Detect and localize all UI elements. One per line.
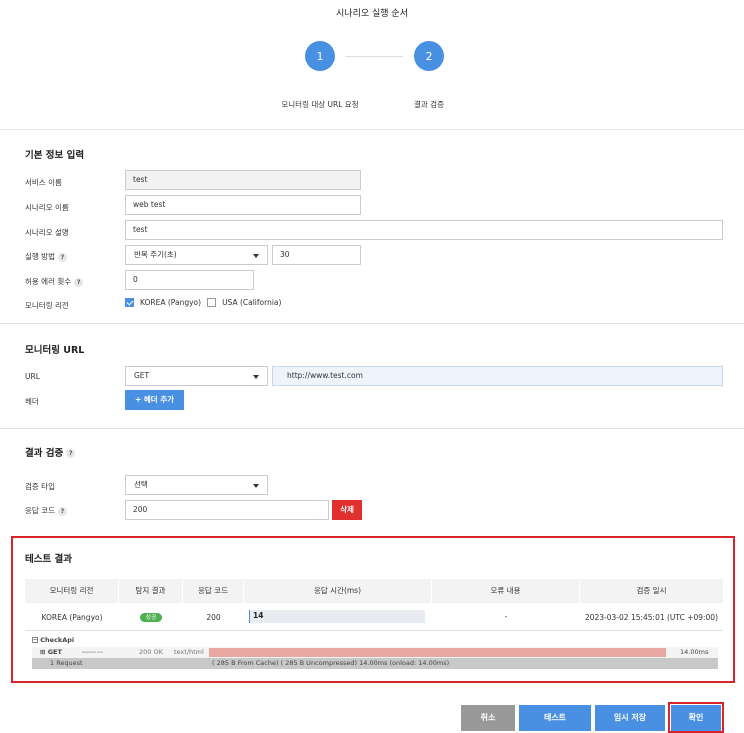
col-code: 응답 코드	[183, 579, 244, 603]
col-datetime: 검증 일시	[636, 586, 667, 595]
har-group-label: CheckApi	[40, 636, 75, 644]
exec-method-label-text: 실행 방법	[25, 252, 55, 261]
region-label: 모니터링 리전	[25, 301, 69, 310]
col-error: 오류 내용	[432, 579, 580, 603]
section-divider	[0, 428, 744, 429]
har-entry-row[interactable]: ⊞ GET www.test.com 200 OK text/html 14.0…	[32, 647, 718, 658]
result-validation-title-text: 결과 검증	[25, 448, 64, 459]
har-summary-row: 1 Request ( 285 B From Cache) ( 285 B Un…	[32, 658, 718, 669]
exec-method-select-value: 반복 주기(초)	[134, 250, 177, 259]
page-title: 시나리오 실행 순서	[336, 9, 408, 19]
response-code-label: 응답 코드?	[25, 505, 67, 516]
allowed-errors-field[interactable]: 0	[125, 270, 254, 290]
region-checkboxes: KOREA (Pangyo) USA (California)	[125, 298, 281, 307]
section-divider	[0, 129, 744, 130]
result-validation-title: 결과 검증?	[25, 445, 76, 459]
validation-type-label: 검증 타입	[25, 482, 55, 491]
expand-icon[interactable]: ⊞	[40, 648, 45, 656]
help-icon[interactable]: ?	[66, 449, 76, 458]
region-usa-checkbox[interactable]	[207, 298, 217, 307]
monitoring-url-title: 모니터링 URL	[25, 345, 85, 356]
row-divider	[25, 630, 723, 631]
har-entry-method-label: GET	[47, 648, 62, 656]
har-entry-url: www.test.com	[82, 650, 104, 654]
region-korea-checkbox[interactable]	[125, 298, 134, 307]
har-entry-method: ⊞ GET	[40, 648, 62, 656]
status-badge: 성공	[140, 613, 162, 622]
validation-type-select[interactable]: 선택	[125, 475, 268, 495]
chevron-down-icon	[253, 375, 259, 379]
allowed-errors-label-text: 허용 에러 횟수	[25, 277, 72, 286]
confirm-button[interactable]: 확인	[671, 705, 721, 731]
cancel-button[interactable]: 취소	[461, 705, 515, 731]
save-draft-button[interactable]: 임시 저장	[595, 705, 665, 731]
row-status: 성공	[119, 612, 183, 622]
col-region: 모니터링 리전	[25, 579, 119, 603]
add-header-button[interactable]: + 헤더 추가	[125, 390, 184, 410]
http-method-select[interactable]: GET	[125, 366, 268, 386]
exec-interval-field[interactable]: 30	[272, 245, 361, 265]
row-region: KOREA (Pangyo)	[41, 613, 103, 622]
url-field[interactable]: http://www.test.com	[272, 366, 723, 386]
validation-type-select-value: 선택	[134, 480, 148, 489]
service-name-label: 서비스 이름	[25, 178, 62, 187]
test-result-title: 테스트 결과	[25, 554, 73, 565]
section-divider	[0, 323, 744, 324]
delete-button[interactable]: 삭제	[332, 500, 362, 520]
response-code-field[interactable]: 200	[125, 500, 329, 520]
scenario-name-field[interactable]: web test	[125, 195, 361, 215]
step-1-label: 모니터링 대상 URL 요청	[281, 100, 359, 109]
url-label: URL	[25, 372, 40, 381]
har-entry-status: 200 OK	[139, 648, 163, 656]
har-entry-time: 14.00ms	[680, 648, 709, 656]
response-time-bar: 14	[249, 610, 425, 623]
region-usa-label: USA (California)	[222, 298, 282, 307]
col-status: 탐지 결과	[119, 579, 183, 603]
help-icon[interactable]: ?	[57, 252, 67, 262]
step-2-circle: 2	[414, 41, 444, 71]
step-1-circle: 1	[305, 41, 335, 71]
scenario-desc-label: 시나리오 설명	[25, 228, 69, 237]
scenario-desc-field[interactable]: test	[125, 220, 723, 240]
har-group[interactable]: − CheckApi	[32, 636, 74, 644]
help-icon[interactable]: ?	[74, 277, 84, 287]
header-label: 헤더	[25, 397, 39, 406]
step-2-label: 결과 검증	[414, 100, 444, 109]
row-datetime: 2023-03-02 15:45:01 (UTC +09:00)	[584, 613, 719, 622]
http-method-select-value: GET	[134, 371, 150, 380]
scenario-name-label: 시나리오 이름	[25, 203, 69, 212]
help-icon[interactable]: ?	[57, 506, 67, 516]
response-code-label-text: 응답 코드	[25, 506, 55, 515]
service-name-field[interactable]: test	[125, 170, 361, 190]
allowed-errors-label: 허용 에러 횟수?	[25, 276, 84, 287]
har-entry-type: text/html	[174, 648, 204, 656]
step-connector	[345, 56, 403, 57]
row-code: 200	[206, 613, 221, 622]
test-button[interactable]: 테스트	[519, 705, 591, 731]
chevron-down-icon	[253, 254, 259, 258]
table-row: KOREA (Pangyo) 성공 200 14 - 2023-03-02 15…	[25, 604, 723, 630]
har-timeline-bar	[209, 648, 666, 657]
row-error: -	[504, 612, 508, 621]
exec-method-select[interactable]: 반복 주기(초)	[125, 245, 268, 265]
collapse-icon[interactable]: −	[32, 637, 38, 643]
col-response-time: 응답 시간(ms)	[244, 579, 432, 603]
result-table-header: 모니터링 리전 탐지 결과 응답 코드 응답 시간(ms) 오류 내용 검증 일…	[25, 579, 723, 603]
har-summary-requests: 1 Request	[50, 659, 83, 667]
basic-info-title: 기본 정보 입력	[25, 150, 85, 161]
response-time-value: 14	[253, 611, 264, 620]
har-summary-detail: ( 285 B From Cache) ( 285 B Uncompressed…	[212, 659, 450, 667]
exec-method-label: 실행 방법?	[25, 251, 67, 262]
region-korea-label: KOREA (Pangyo)	[140, 298, 202, 307]
chevron-down-icon	[253, 484, 259, 488]
